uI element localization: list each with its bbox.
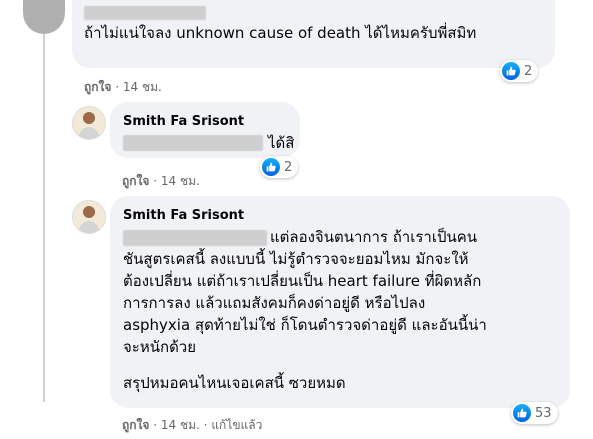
like-link[interactable]: ถูกใจ <box>122 174 149 188</box>
reaction-count: 2 <box>524 63 533 79</box>
like-link[interactable]: ถูกใจ <box>84 80 111 94</box>
comment-bubble: Smith Fa Srisont ได้สิ <box>110 102 300 158</box>
comment-line: ต้องเปลี่ยน แต่ถ้าเราเปลี่ยนเป็น heart f… <box>123 272 482 290</box>
avatar[interactable] <box>72 106 106 140</box>
comment-line: จะหนักด้วย <box>123 338 197 356</box>
comment-line: asphyxia สุดท้ายไม่ใช่ ก็โดนตำรวจด่าอยู่… <box>123 316 487 334</box>
timestamp[interactable]: 14 ชม. <box>161 174 200 188</box>
redacted-tag <box>123 230 267 246</box>
thread-line <box>43 34 45 402</box>
comment-bubble: ถ้าไม่แน่ใจลง unknown cause of death ได้… <box>72 0 555 68</box>
redacted-author-name <box>84 6 206 20</box>
comment-actions: ถูกใจ · 14 ชม. <box>84 79 162 95</box>
comment-line: แต่ลองจินตนาการ ถ้าเราเป็นคน <box>270 228 478 246</box>
comment-text: ได้สิ <box>268 134 295 152</box>
comment-line: ชันสูตรเคสนี้ ลงแบบนี้ ไม่รู้ตำรวจจะยอมไ… <box>123 250 469 268</box>
like-icon <box>502 62 520 80</box>
timestamp[interactable]: 14 ชม. <box>161 418 200 432</box>
comment-bubble: Smith Fa Srisont แต่ลองจินตนาการ ถ้าเราเ… <box>110 196 570 408</box>
avatar[interactable] <box>72 200 106 234</box>
like-icon <box>513 404 531 422</box>
separator: · <box>153 418 161 432</box>
timestamp[interactable]: 14 ชม. <box>123 80 162 94</box>
redacted-tag <box>123 135 263 151</box>
reaction-badge[interactable]: 2 <box>500 60 539 82</box>
reaction-count: 53 <box>535 405 552 421</box>
person-icon <box>78 206 100 233</box>
comment-author[interactable]: Smith Fa Srisont <box>123 207 244 225</box>
comment-author[interactable]: Smith Fa Srisont <box>123 113 244 131</box>
separator: · <box>115 80 123 94</box>
comment-actions: ถูกใจ · 14 ชม. · แก้ไขแล้ว <box>122 417 262 433</box>
like-icon <box>262 158 280 176</box>
person-icon <box>78 112 100 139</box>
comment-line: การการลง แล้วแถมสังคมก็คงด่าอยู่ดี หรือไ… <box>123 294 426 312</box>
comment-actions: ถูกใจ · 14 ชม. <box>122 173 200 189</box>
like-link[interactable]: ถูกใจ <box>122 418 149 432</box>
comment-text: ถ้าไม่แน่ใจลง unknown cause of death ได้… <box>84 24 477 42</box>
reaction-badge[interactable]: 53 <box>511 402 558 424</box>
avatar[interactable] <box>23 0 65 34</box>
reaction-count: 2 <box>284 159 293 175</box>
comment-summary: สรุปหมอคนไหนเจอเคสนี้ ซวยหมด <box>123 374 346 392</box>
reaction-badge[interactable]: 2 <box>260 156 299 178</box>
edited-label[interactable]: แก้ไขแล้ว <box>211 418 262 432</box>
separator: · <box>153 174 161 188</box>
